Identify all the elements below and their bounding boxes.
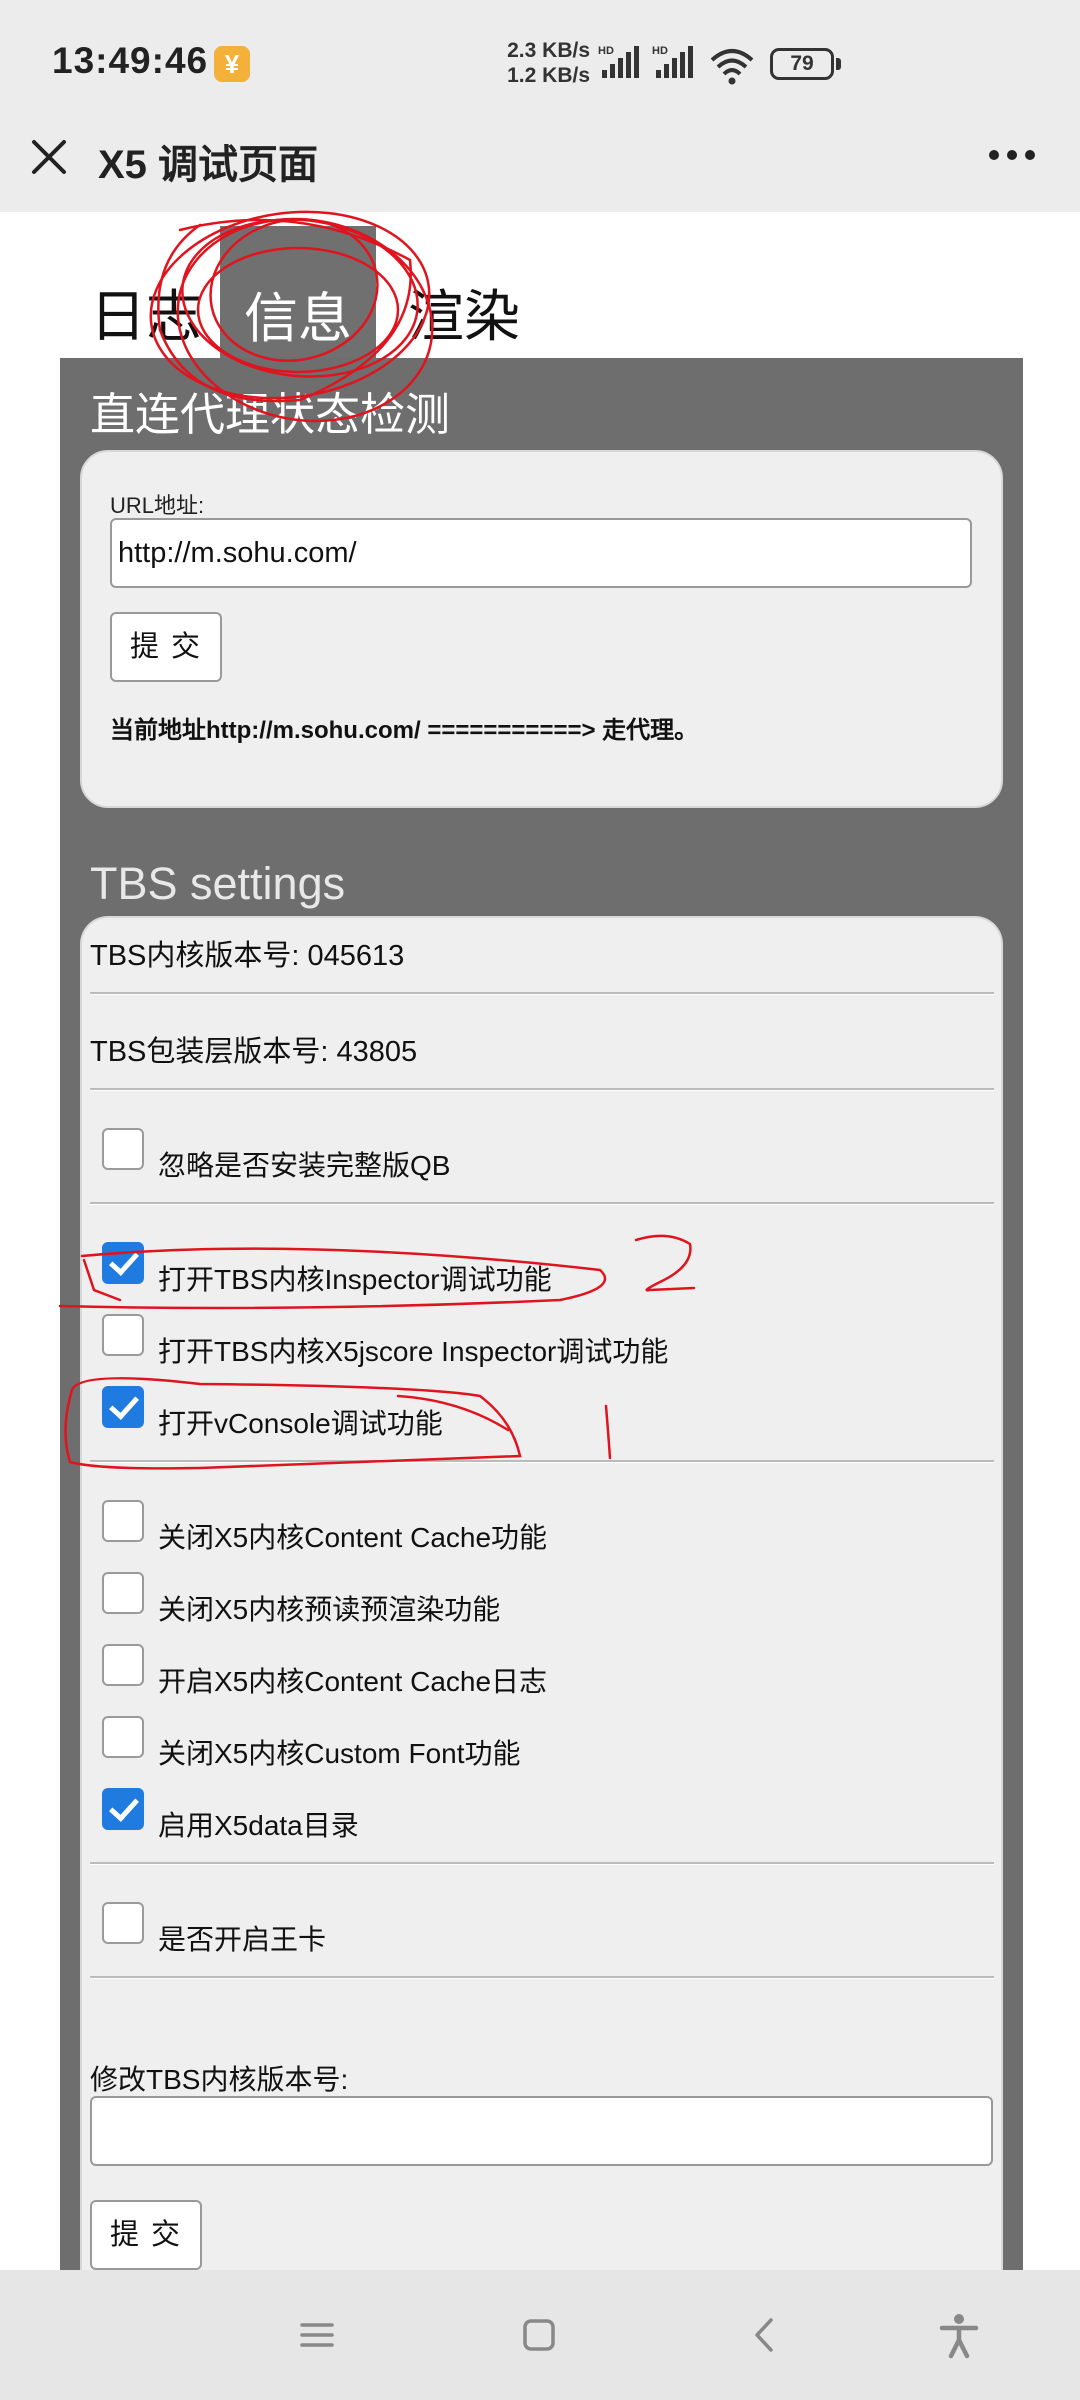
- checkbox-inspector[interactable]: [102, 1242, 144, 1284]
- edit-version-label: 修改TBS内核版本号:: [90, 2064, 349, 2095]
- version-submit-button[interactable]: 提交: [90, 2200, 202, 2270]
- option-label: 打开TBS内核Inspector调试功能: [158, 1264, 552, 1295]
- option-label: 关闭X5内核预读预渲染功能: [158, 1594, 501, 1625]
- net-down-speed: 1.2 KB/s: [507, 64, 590, 87]
- checkbox-jscore-inspector[interactable]: [102, 1314, 144, 1356]
- url-input[interactable]: http://m.sohu.com/: [110, 518, 972, 588]
- option-label: 关闭X5内核Custom Font功能: [158, 1738, 521, 1769]
- battery-icon: 79: [770, 48, 834, 80]
- checkbox-disable-custom-font[interactable]: [102, 1716, 144, 1758]
- proxy-submit-button[interactable]: 提交: [110, 612, 222, 682]
- more-options-icon[interactable]: [986, 140, 1038, 170]
- divider: [90, 1202, 994, 1205]
- checkbox-disable-content-cache[interactable]: [102, 1500, 144, 1542]
- wrapper-version-text: TBS包装层版本号: 43805: [90, 1036, 418, 1068]
- signal-icon: HD: [652, 45, 693, 78]
- divider: [90, 1088, 994, 1091]
- svg-text:HD: HD: [598, 45, 614, 57]
- option-label: 忽略是否安装完整版QB: [158, 1150, 451, 1181]
- option-label: 打开vConsole调试功能: [158, 1408, 443, 1439]
- back-icon[interactable]: [740, 2310, 790, 2360]
- proxy-section-title: 直连代理状态检测: [90, 389, 451, 440]
- home-icon[interactable]: [514, 2310, 564, 2360]
- checkbox-ignore-qb[interactable]: [102, 1128, 144, 1170]
- close-icon[interactable]: [26, 134, 72, 180]
- core-version-text: TBS内核版本号: 045613: [90, 940, 405, 972]
- tbs-section-title: TBS settings: [90, 858, 346, 909]
- checkbox-x5data[interactable]: [102, 1788, 144, 1830]
- yen-notification-icon: ¥: [214, 46, 250, 82]
- accessibility-icon[interactable]: [934, 2310, 984, 2360]
- edit-version-input[interactable]: [90, 2096, 993, 2166]
- page-title: X5 调试页面: [98, 143, 319, 187]
- tab-log[interactable]: 日志: [90, 272, 202, 353]
- proxy-card: URL地址: http://m.sohu.com/ 提交 当前地址http://…: [80, 450, 1003, 808]
- option-label: 关闭X5内核Content Cache功能: [158, 1522, 548, 1553]
- battery-tip: [836, 58, 841, 70]
- checkbox-vconsole[interactable]: [102, 1386, 144, 1428]
- svg-text:HD: HD: [652, 45, 668, 57]
- status-bar: 13:49:46 ¥ 2.3 KB/s 1.2 KB/s HD HD 79: [0, 0, 1080, 120]
- menu-icon[interactable]: [292, 2310, 342, 2360]
- divider: [90, 992, 994, 995]
- tab-bar: 日志 信息 渲染: [90, 212, 550, 360]
- option-label: 开启X5内核Content Cache日志: [158, 1666, 548, 1697]
- option-label: 是否开启王卡: [158, 1924, 327, 1955]
- network-speed: 2.3 KB/s 1.2 KB/s: [490, 38, 590, 88]
- url-label: URL地址:: [110, 493, 205, 518]
- wifi-icon: [710, 49, 754, 85]
- info-panel: 直连代理状态检测 URL地址: http://m.sohu.com/ 提交 当前…: [60, 358, 1023, 2270]
- checkbox-content-cache-log[interactable]: [102, 1644, 144, 1686]
- proxy-status-text: 当前地址http://m.sohu.com/ ===========> 走代理。: [110, 717, 699, 744]
- signal-icon: HD: [598, 45, 639, 78]
- option-label: 启用X5data目录: [158, 1810, 359, 1841]
- web-content: 日志 信息 渲染 直连代理状态检测 URL地址: http://m.sohu.c…: [0, 212, 1080, 2270]
- option-label: 打开TBS内核X5jscore Inspector调试功能: [158, 1336, 669, 1367]
- tbs-settings-card: TBS内核版本号: 045613 TBS包装层版本号: 43805 忽略是否安装…: [80, 916, 1003, 2270]
- checkbox-wangka[interactable]: [102, 1902, 144, 1944]
- divider: [90, 1976, 994, 1979]
- navigation-bar: [0, 2270, 1080, 2400]
- divider: [90, 1862, 994, 1865]
- title-bar: X5 调试页面: [0, 120, 1080, 212]
- tab-info[interactable]: 信息: [220, 226, 376, 360]
- checkbox-disable-prerender[interactable]: [102, 1572, 144, 1614]
- tab-render[interactable]: 渲染: [408, 272, 520, 353]
- divider: [90, 1460, 994, 1463]
- clock-time: 13:49:46: [52, 40, 209, 81]
- net-up-speed: 2.3 KB/s: [507, 39, 590, 62]
